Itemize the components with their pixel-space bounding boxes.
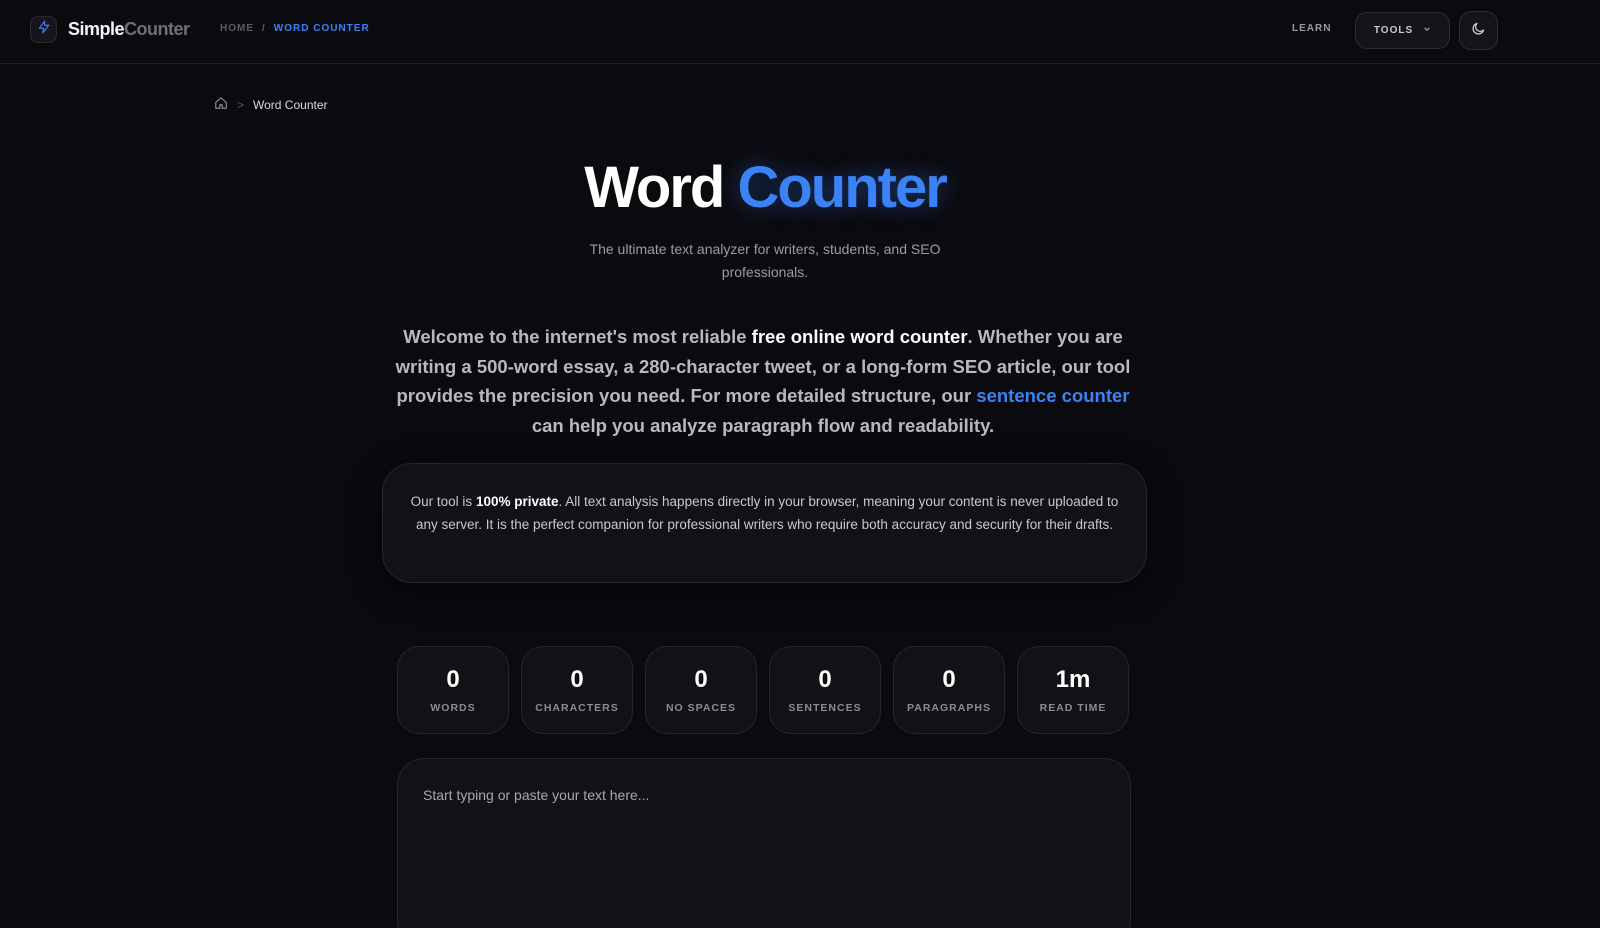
breadcrumb-current: Word Counter [253,97,328,112]
tools-dropdown-button[interactable]: TOOLS [1355,12,1450,49]
stat-card-read-time: 1m READ TIME [1017,646,1129,734]
stat-label: SENTENCES [788,702,862,714]
privacy-card: Our tool is 100% private. All text analy… [382,463,1147,583]
bolt-icon [37,20,51,39]
stat-value: 0 [446,666,460,693]
stat-card-paragraphs: 0 PARAGRAPHS [893,646,1005,734]
text-input-area[interactable] [423,787,1105,919]
stat-value: 0 [570,666,584,693]
top-navbar: SimpleCounter HOME / WORD COUNTER LEARN … [0,0,1600,64]
stat-label: PARAGRAPHS [907,702,991,714]
title-part-word: Word [584,155,725,220]
page-subtitle: The ultimate text analyzer for writers, … [589,241,941,280]
moon-icon [1471,21,1486,41]
page-title: Word Counter [0,152,1530,224]
stat-label: NO SPACES [665,702,737,714]
title-part-counter: Counter [737,155,947,220]
nav-crumb-home[interactable]: HOME [220,23,254,34]
intro-text-3: can help you analyze paragraph flow and … [531,414,995,436]
chevron-down-icon [1423,25,1431,36]
brand-primary: Simple [68,19,125,39]
stat-value: 0 [694,666,708,693]
stats-row: 0 WORDS 0 CHARACTERS 0 NO SPACES 0 SENTE… [397,646,1129,734]
stat-card-sentences: 0 SENTENCES [769,646,881,734]
sentence-counter-link[interactable]: sentence counter [976,385,1129,406]
stat-value: 1m [1055,666,1091,693]
intro-text-1: Welcome to the internet's most reliable [403,326,752,347]
intro-paragraph: Welcome to the internet's most reliable … [383,322,1143,440]
nav-breadcrumb: HOME / WORD COUNTER [220,23,370,34]
brand-logo[interactable]: SimpleCounter [68,19,190,40]
stat-card-words: 0 WORDS [397,646,509,734]
stat-label: CHARACTERS [535,702,619,714]
stat-label: WORDS [430,702,476,714]
intro-bold: free online word counter [751,326,968,347]
stat-value: 0 [942,666,956,693]
breadcrumb-separator: > [237,97,245,112]
privacy-text-1: Our tool is [410,494,476,509]
privacy-bold: 100% private [475,494,559,509]
text-editor-card [397,758,1131,928]
tools-label: TOOLS [1373,25,1414,36]
stat-card-characters: 0 CHARACTERS [521,646,633,734]
stat-label: READ TIME [1039,702,1107,714]
stat-card-no-spaces: 0 NO SPACES [645,646,757,734]
home-icon[interactable] [214,96,228,113]
theme-toggle-button[interactable] [1459,11,1498,50]
nav-crumb-separator: / [262,23,266,34]
logo-button[interactable] [30,16,57,43]
learn-link[interactable]: LEARN [1292,23,1331,34]
breadcrumb: > Word Counter [214,96,328,113]
nav-crumb-current: WORD COUNTER [273,23,370,34]
stat-value: 0 [818,666,832,693]
brand-secondary: Counter [124,19,190,39]
